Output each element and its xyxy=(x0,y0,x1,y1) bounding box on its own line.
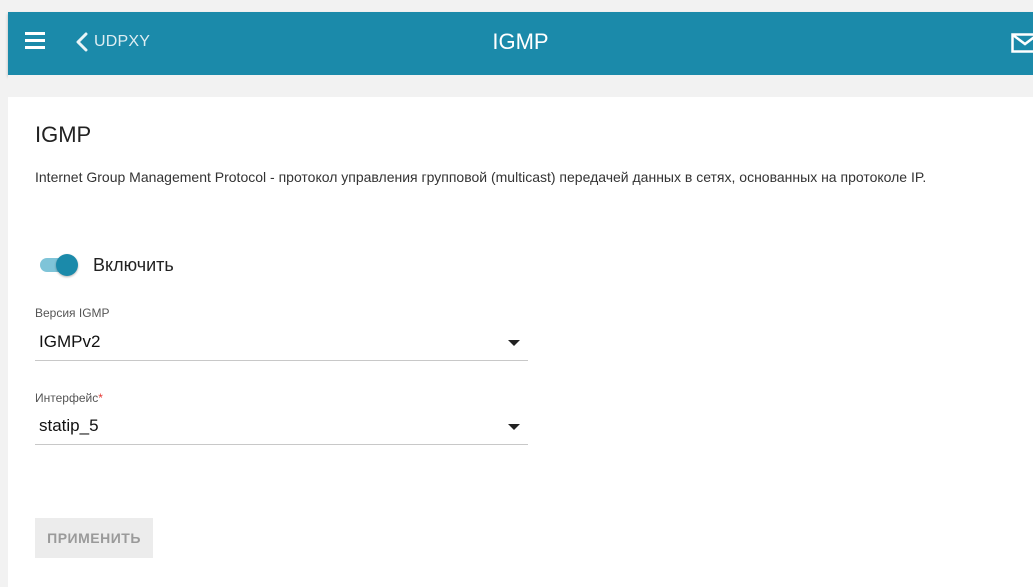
igmp-version-select[interactable]: IGMPv2 xyxy=(35,326,528,361)
required-mark: * xyxy=(98,391,103,405)
interface-select[interactable]: statip_5 xyxy=(35,410,528,445)
page-title: IGMP xyxy=(492,29,549,54)
enable-label: Включить xyxy=(93,255,174,275)
mail-icon[interactable] xyxy=(1011,33,1033,53)
header-separator xyxy=(8,75,1033,97)
top-bar: UDPXY IGMP xyxy=(8,12,1033,75)
igmp-version-label: Версия IGMP xyxy=(35,306,110,320)
igmp-version-value: IGMPv2 xyxy=(39,332,101,351)
settings-panel: IGMP Internet Group Management Protocol … xyxy=(8,97,1033,587)
interface-value: statip_5 xyxy=(39,416,99,435)
enable-toggle[interactable] xyxy=(38,253,80,277)
apply-button[interactable]: ПРИМЕНИТЬ xyxy=(35,518,153,558)
section-description: Internet Group Management Protocol - про… xyxy=(35,169,927,185)
interface-label-text: Интерфейс xyxy=(35,391,99,405)
interface-label: Интерфейс* xyxy=(35,391,103,405)
toggle-knob xyxy=(56,254,78,276)
dropdown-arrow-icon xyxy=(508,340,520,346)
dropdown-arrow-icon xyxy=(508,424,520,430)
section-title: IGMP xyxy=(35,122,92,147)
window-edge-top xyxy=(0,0,1033,12)
window-edge-left xyxy=(0,0,8,587)
